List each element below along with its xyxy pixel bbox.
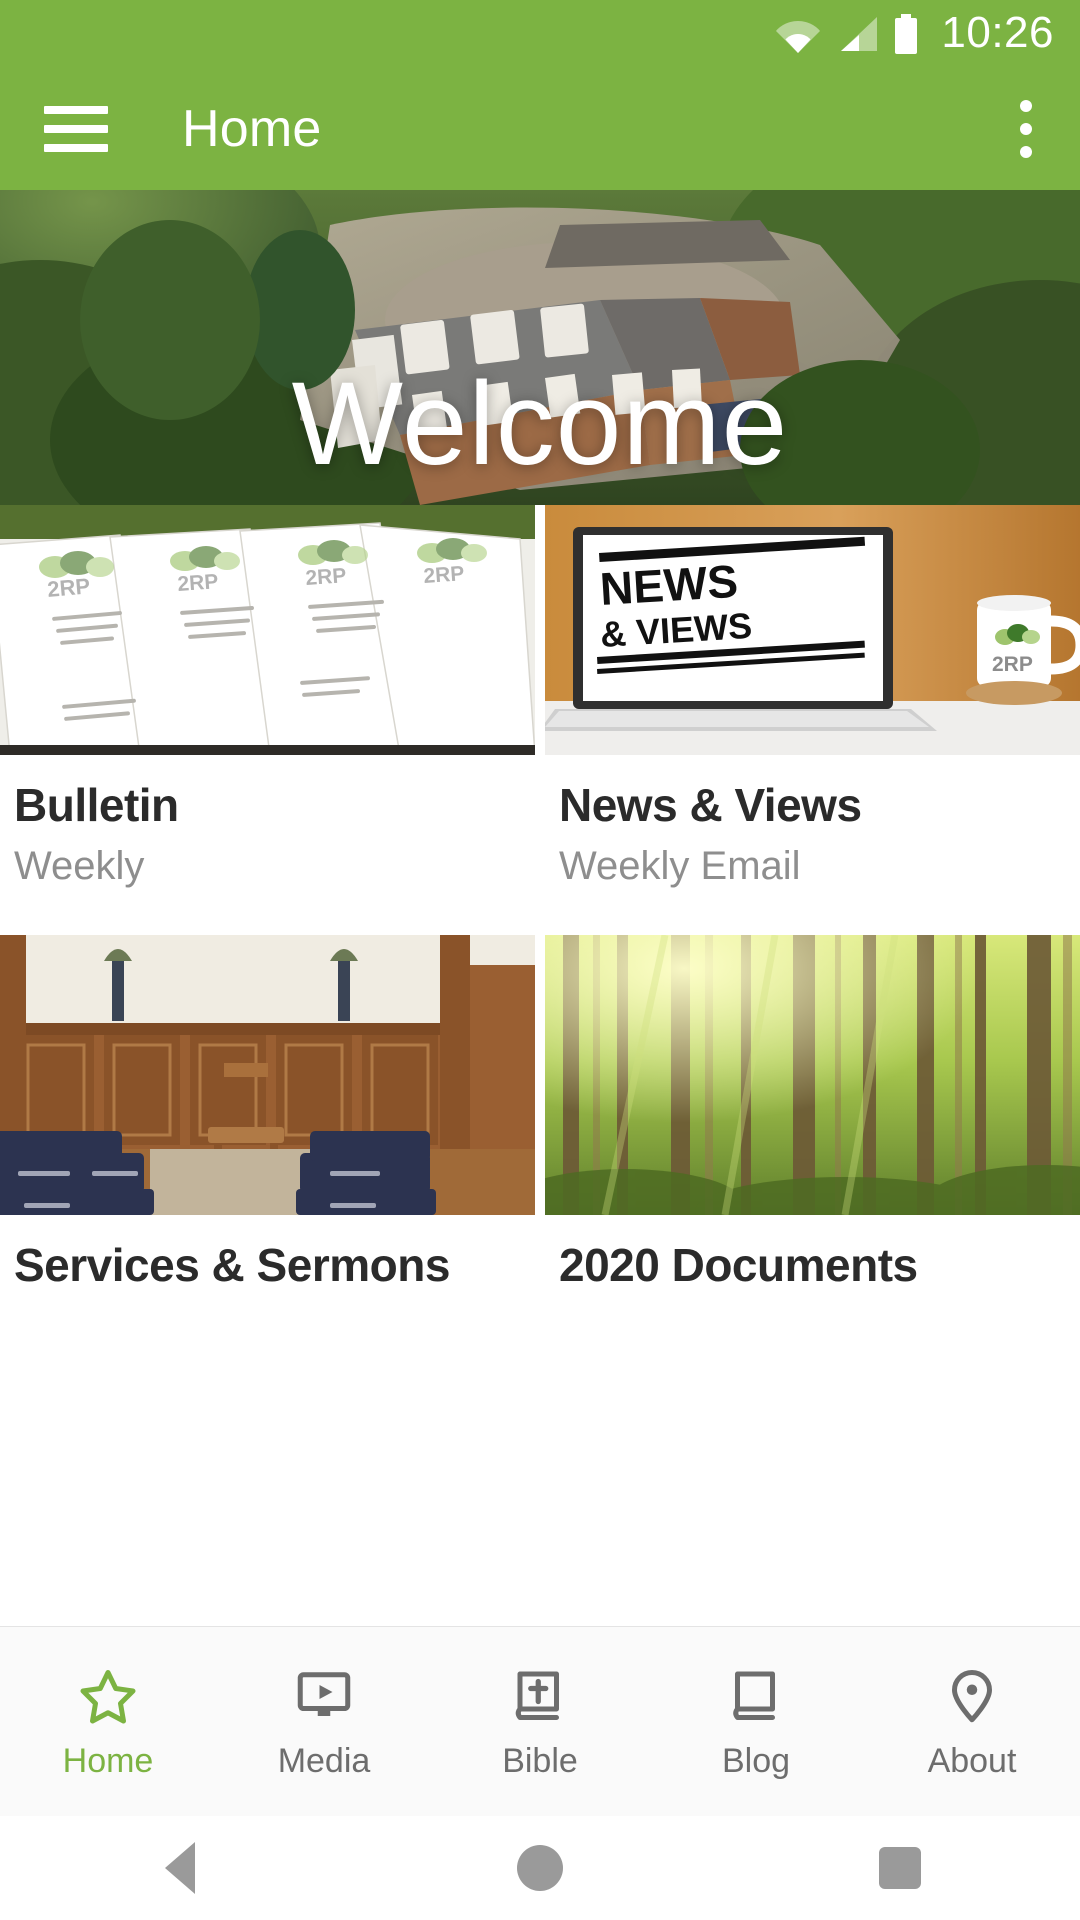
nav-label: Bible [502,1741,578,1780]
tile-bulletin-text: Bulletin Weekly [0,755,535,889]
svg-text:2RP: 2RP [992,653,1033,676]
circle-home-icon [517,1845,563,1891]
hero-banner[interactable]: Welcome [0,190,1080,505]
hamburger-menu-icon[interactable] [44,106,108,152]
tile-services-text: Services & Sermons [0,1215,535,1289]
nav-label: Home [62,1741,154,1780]
wifi-icon [776,21,821,53]
book-cross-icon [515,1671,559,1720]
tile-news-text: News & Views Weekly Email [545,755,1080,889]
tile-documents-text: 2020 Documents [545,1215,1080,1289]
tile-row-1: 2RP 2RP 2RP 2RP Bulletin Weekly NEWS & V… [0,505,1080,889]
location-pin-icon [952,1669,992,1722]
square-recents-icon [879,1847,921,1889]
tile-title: Services & Sermons [14,1239,450,1291]
svg-text:2RP: 2RP [305,564,347,590]
tile-news-and-views[interactable]: NEWS & VIEWS 2RP News & Views Weekly Ema… [545,505,1080,889]
tile-subtitle: Weekly Email [559,844,801,889]
tile-2020-documents[interactable]: 2020 Documents [545,935,1080,1289]
status-bar-clock: 10:26 [941,8,1054,57]
nav-item-home[interactable]: Home [0,1666,216,1778]
nav-item-bible[interactable]: Bible [432,1666,648,1778]
svg-text:2RP: 2RP [177,570,219,596]
hero-title: Welcome [291,358,789,490]
status-bar: 10:26 [0,0,1080,68]
nav-item-about[interactable]: About [864,1666,1080,1778]
app-bar: Home [0,68,1080,190]
nav-label: Media [277,1741,371,1780]
svg-text:2RP: 2RP [423,562,465,588]
book-icon [733,1671,775,1720]
svg-text:2RP: 2RP [46,573,91,602]
back-button[interactable] [0,1842,360,1894]
home-button[interactable] [360,1845,720,1891]
tile-news-image: NEWS & VIEWS 2RP [545,505,1080,755]
tile-services-and-sermons[interactable]: Services & Sermons [0,935,535,1289]
tile-title: Bulletin [14,779,179,831]
tile-bulletin-image: 2RP 2RP 2RP 2RP [0,505,535,755]
nav-label: About [927,1741,1017,1780]
cellular-signal-icon [841,17,878,51]
tile-subtitle: Weekly [14,844,145,889]
bottom-navigation-bar: Home Media Bible Blog About [0,1626,1080,1816]
monitor-play-icon [297,1671,351,1716]
app-screen: 10:26 Home Welcome 2RP 2RP 2RP 2RP Bulle… [0,0,1080,1920]
battery-icon [895,14,918,54]
star-icon [80,1669,136,1723]
page-title: Home [182,100,322,158]
nav-item-media[interactable]: Media [216,1666,432,1778]
recents-button[interactable] [720,1847,1080,1889]
nav-label: Blog [721,1741,791,1780]
tile-bulletin[interactable]: 2RP 2RP 2RP 2RP Bulletin Weekly [0,505,535,889]
tile-title: News & Views [559,779,862,831]
tile-documents-image [545,935,1080,1215]
tile-row-2: Services & Sermons 2020 Documents [0,935,1080,1289]
triangle-back-icon [165,1842,195,1894]
android-system-navigation [0,1816,1080,1920]
tile-gap [535,935,545,1290]
tile-services-image [0,935,535,1215]
tile-title: 2020 Documents [559,1239,918,1291]
tile-gap [535,505,545,888]
nav-item-blog[interactable]: Blog [648,1666,864,1778]
overflow-menu-icon[interactable] [1020,100,1032,158]
